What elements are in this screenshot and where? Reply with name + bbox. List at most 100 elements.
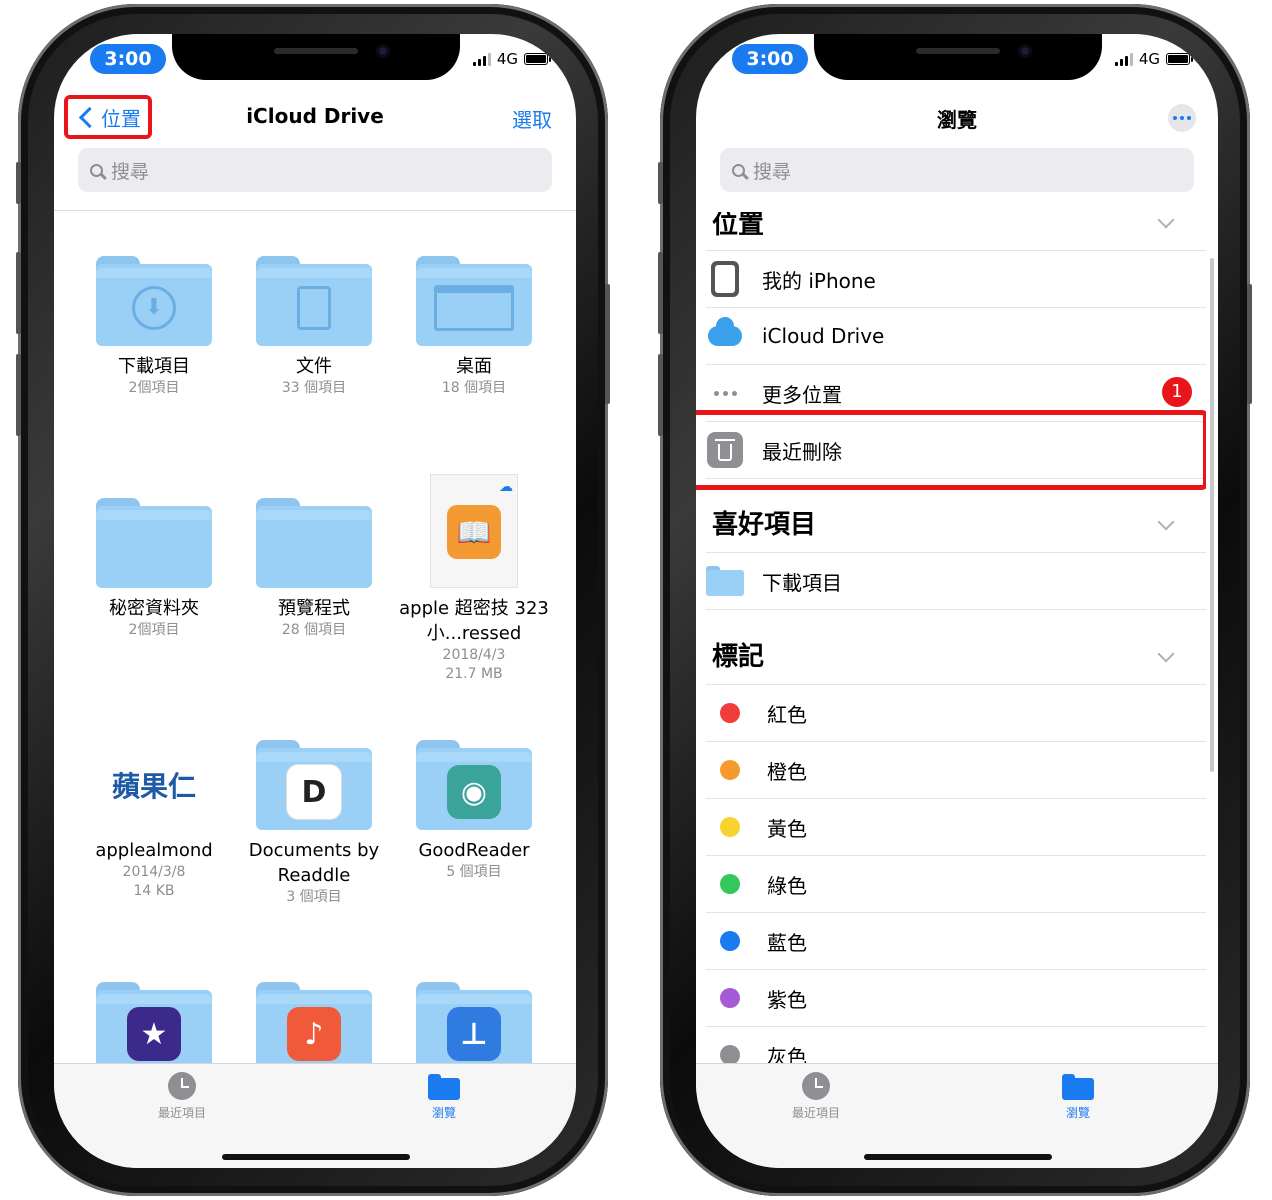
status-indicators: 4G — [472, 50, 551, 68]
chevron-down-icon[interactable] — [1157, 513, 1175, 531]
tab-label: 最近項目 — [791, 1106, 840, 1120]
grid-item-ebook[interactable]: ☁ 📖 apple 超密技 323 小...ressed 2018/4/3 21… — [394, 474, 554, 684]
nav-bar: 位置 iCloud Drive 選取 — [54, 92, 576, 144]
notch — [814, 34, 1102, 80]
signal-icon — [1114, 52, 1133, 66]
grid-item-secret-folder[interactable]: 秘密資料夾 2個項目 — [74, 498, 234, 640]
grid-item-preview[interactable]: 預覽程式 28 個項目 — [234, 498, 394, 640]
grid-item-desktop[interactable]: 桌面 18 個項目 — [394, 256, 554, 398]
nav-bar: 瀏覽 — [696, 92, 1218, 144]
item-name: GoodReader — [418, 840, 530, 861]
notification-badge: 1 — [1162, 377, 1192, 407]
tag-row-green[interactable]: 綠色 — [706, 856, 1206, 913]
clock-icon — [168, 1072, 196, 1100]
grid-item-goodreader[interactable]: ◉ GoodReader 5 個項目 — [394, 740, 554, 882]
home-indicator[interactable] — [864, 1154, 1052, 1160]
grid-item-applealmond[interactable]: 蘋果仁 applealmond 2014/3/8 14 KB — [74, 740, 234, 901]
ebook-thumbnail: ☁ 📖 — [430, 474, 518, 588]
battery-icon — [524, 53, 551, 65]
folder-icon — [256, 256, 372, 346]
signal-icon — [472, 52, 491, 66]
desktop-icon — [434, 285, 514, 331]
cloud-download-icon: ☁ — [499, 479, 513, 495]
item-subtitle: 2個項目 — [128, 380, 180, 396]
scrollbar[interactable] — [1210, 258, 1214, 772]
power-button — [1247, 284, 1252, 404]
row-label: 更多位置 — [762, 382, 842, 407]
search-input[interactable]: 搜尋 — [720, 148, 1194, 192]
tab-label: 最近項目 — [157, 1106, 206, 1120]
battery-icon — [1166, 53, 1193, 65]
speaker — [916, 48, 1000, 54]
folder-icon: ♪ — [256, 982, 372, 1066]
search-icon — [90, 163, 103, 177]
tag-row-orange[interactable]: 橙色 — [706, 742, 1206, 799]
document-icon — [297, 286, 331, 330]
network-label: 4G — [496, 50, 518, 68]
grid-item-downloads[interactable]: ⬇ 下載項目 2個項目 — [74, 256, 234, 398]
chevron-down-icon[interactable] — [1157, 212, 1175, 229]
item-subtitle: 5 個項目 — [446, 864, 502, 880]
item-subtitle: 28 個項目 — [281, 622, 347, 638]
item-subtitle: 33 個項目 — [281, 380, 347, 396]
grid-item-keynote[interactable]: ⊥ — [394, 982, 554, 1066]
tag-dot-icon — [720, 817, 740, 837]
search-placeholder: 搜尋 — [753, 160, 792, 183]
camera — [376, 44, 390, 58]
grid-item-documents[interactable]: 文件 33 個項目 — [234, 256, 394, 398]
volume-down-button — [658, 354, 663, 436]
tab-browse[interactable]: 瀏覽 — [384, 1072, 504, 1121]
divider — [54, 210, 576, 211]
section-title-locations: 位置 — [712, 212, 765, 240]
tag-row-yellow[interactable]: 黃色 — [706, 799, 1206, 856]
tab-browse[interactable]: 瀏覽 — [1018, 1072, 1138, 1121]
folder-icon — [96, 498, 212, 588]
location-row-icloud[interactable]: iCloud Drive — [706, 308, 1206, 365]
row-label: 綠色 — [767, 873, 807, 898]
volume-up-button — [658, 252, 663, 334]
camera — [1018, 44, 1032, 58]
grid-item-documents-readdle[interactable]: D Documents by Readdle 3 個項目 — [234, 740, 394, 907]
right-screen: 3:00 4G 瀏覽 搜尋 位置 我的 iPhone iCloud Drive … — [696, 34, 1218, 1168]
tab-recents[interactable]: 最近項目 — [122, 1072, 242, 1121]
select-button[interactable]: 選取 — [512, 104, 552, 133]
section-title-favorites: 喜好項目 — [712, 510, 817, 540]
left-phone-frame: 3:00 4G 位置 iCloud Drive 選取 搜尋 ⬇ 下載項目 2個項… — [16, 4, 610, 1196]
location-row-iphone[interactable]: 我的 iPhone — [706, 251, 1206, 308]
garageband-app-icon: ♪ — [287, 1007, 341, 1061]
tag-row-blue[interactable]: 藍色 — [706, 913, 1206, 970]
search-input[interactable]: 搜尋 — [78, 148, 552, 192]
tag-dot-icon — [720, 1045, 740, 1065]
grid-item-garageband[interactable]: ♪ — [234, 982, 394, 1066]
folder-icon — [256, 498, 372, 588]
chevron-down-icon[interactable] — [1157, 645, 1175, 663]
item-name: applealmond — [95, 840, 213, 861]
tab-recents[interactable]: 最近項目 — [756, 1072, 876, 1121]
more-options-button[interactable] — [1168, 104, 1196, 132]
item-name: Documents by Readdle — [248, 840, 380, 886]
tag-row-red[interactable]: 紅色 — [706, 685, 1206, 742]
tag-row-purple[interactable]: 紫色 — [706, 970, 1206, 1027]
tag-dot-icon — [720, 760, 740, 780]
section-title-tags: 標記 — [712, 642, 765, 672]
clock-icon — [802, 1072, 830, 1100]
more-icon — [706, 374, 744, 412]
status-time: 3:00 — [90, 44, 166, 74]
home-indicator[interactable] — [222, 1154, 410, 1160]
folder-icon — [428, 1074, 460, 1100]
page-title: iCloud Drive — [246, 104, 384, 128]
favorite-row-downloads[interactable]: 下載項目 — [706, 553, 1206, 610]
item-size: 21.7 MB — [445, 666, 503, 682]
grid-item-imovie[interactable]: ★ — [74, 982, 234, 1066]
tab-label: 瀏覽 — [1065, 1106, 1090, 1120]
browse-list: 位置 我的 iPhone iCloud Drive 更多位置 1 最近刪除 喜好… — [696, 212, 1206, 1068]
tag-row-gray[interactable]: 灰色 — [706, 1027, 1206, 1068]
documents-app-icon: D — [286, 764, 342, 820]
item-date: 2018/4/3 — [442, 647, 506, 663]
imovie-app-icon: ★ — [127, 1007, 181, 1061]
highlight-box — [696, 410, 1206, 490]
search-icon — [732, 163, 745, 177]
power-button — [605, 284, 610, 404]
item-name: 下載項目 — [118, 356, 190, 377]
row-label: 紫色 — [767, 987, 807, 1012]
